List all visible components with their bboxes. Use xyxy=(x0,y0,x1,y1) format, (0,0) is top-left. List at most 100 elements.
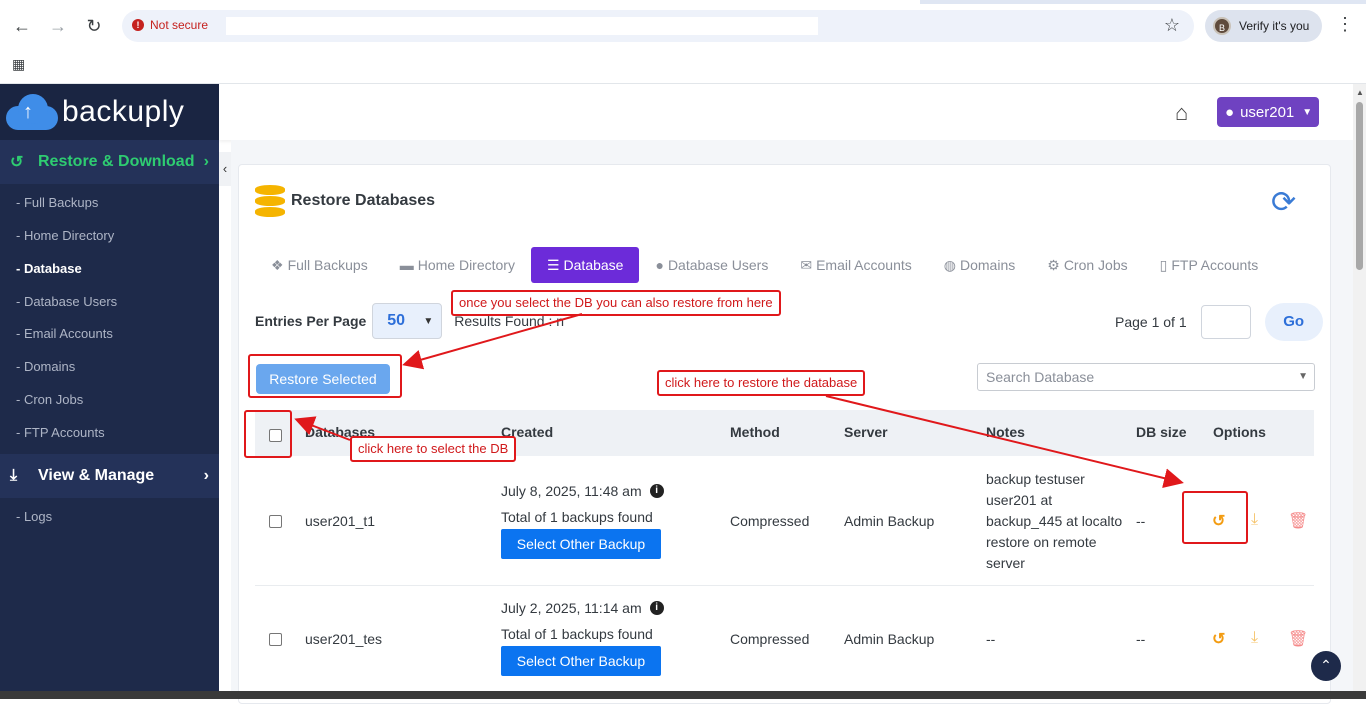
url-field[interactable] xyxy=(226,17,818,35)
tab-database-users[interactable]: ● Database Users xyxy=(639,247,784,283)
page-scrollbar[interactable]: ▲ xyxy=(1353,84,1366,699)
trash-icon[interactable]: 🗑 xyxy=(1288,629,1308,649)
table-row: user201_t1 July 8, 2025, 11:48 am i Tota… xyxy=(255,456,1314,586)
sidebar-item-logs[interactable]: - Logs xyxy=(16,509,52,524)
cloud-upload-icon: ↑ xyxy=(6,94,58,130)
cubes-icon: ❖ xyxy=(271,256,284,273)
tab-email-accounts[interactable]: ✉ Email Accounts xyxy=(784,247,927,283)
scroll-up-icon[interactable]: ▲ xyxy=(1356,88,1364,97)
tab-domains[interactable]: ◍ Domains xyxy=(928,247,1031,283)
reload-icon[interactable]: ↻ xyxy=(82,14,106,38)
tab-database[interactable]: ☰ Database xyxy=(530,247,640,283)
user-icon: ● xyxy=(655,257,664,273)
col-db-size[interactable]: DB size xyxy=(1136,424,1187,440)
file-icon: ▯ xyxy=(1159,256,1168,273)
forward-arrow-icon[interactable]: → xyxy=(46,14,70,38)
tab-label: Email Accounts xyxy=(816,257,912,273)
page-indicator: Page 1 of 1 xyxy=(1115,314,1187,330)
backuply-logo[interactable]: ↑ backuply xyxy=(0,84,219,140)
info-icon[interactable]: i xyxy=(649,601,664,615)
download-icon[interactable]: ⤓ xyxy=(1251,511,1258,529)
not-secure-label: Not secure xyxy=(150,18,209,32)
active-tab[interactable] xyxy=(0,0,920,4)
tab-strip xyxy=(0,0,1366,4)
tab-home-directory[interactable]: ▬ Home Directory xyxy=(384,247,531,283)
back-arrow-icon[interactable]: ← xyxy=(10,14,34,38)
restore-databases-card: Restore Databases ⟳ ❖ Full Backups ▬ Home … xyxy=(238,164,1331,704)
security-indicator[interactable]: ! Not secure xyxy=(132,18,208,32)
restore-icon[interactable]: ↺ xyxy=(1212,629,1225,649)
search-database-select[interactable]: Search Database ▼ xyxy=(977,363,1315,391)
entries-select[interactable]: 50 ▼ xyxy=(372,303,443,339)
tab-label: Domains xyxy=(960,257,1016,273)
highlight-restore-icon xyxy=(1182,491,1248,544)
pagination: Page 1 of 1 Go xyxy=(1115,303,1323,341)
db-size: -- xyxy=(1136,631,1146,647)
sidebar-item-cron-jobs[interactable]: - Cron Jobs xyxy=(16,392,83,407)
database-icon: ☰ xyxy=(546,256,560,273)
row-checkbox[interactable] xyxy=(269,633,282,646)
address-bar[interactable]: ! Not secure ☆ xyxy=(122,10,1194,42)
backup-count: Total of 1 backups found xyxy=(501,509,653,525)
home-icon[interactable]: ⌂ xyxy=(1175,100,1188,126)
refresh-icon[interactable]: ⟳ xyxy=(1271,185,1296,220)
server: Admin Backup xyxy=(844,513,935,529)
folder-icon: ▬ xyxy=(399,257,414,273)
chevron-down-icon: ▼ xyxy=(1298,371,1308,382)
sidebar-item-full-backups[interactable]: - Full Backups xyxy=(16,195,98,210)
highlight-select-all xyxy=(244,410,292,458)
created-date: July 2, 2025, 11:14 am i xyxy=(501,600,664,616)
browser-chrome: ← → ↻ ! Not secure ☆ B Verify it's you ⋮… xyxy=(0,0,1366,84)
scrollbar-thumb[interactable] xyxy=(1356,102,1363,270)
user-menu-button[interactable]: ● user201 ▼ xyxy=(1217,97,1319,127)
tab-label: FTP Accounts xyxy=(1171,257,1259,273)
view-manage-section[interactable]: ⤓ View & Manage › xyxy=(0,454,219,498)
row-checkbox[interactable] xyxy=(269,515,282,528)
apps-grid-icon[interactable]: ▦ xyxy=(12,56,25,73)
tab-cron-jobs[interactable]: ⚙ Cron Jobs xyxy=(1031,247,1143,283)
download-icon[interactable]: ⤓ xyxy=(1251,629,1258,647)
download-icon: ⤓ xyxy=(10,467,18,484)
page-number-input[interactable] xyxy=(1200,305,1251,339)
sidebar-item-database-users[interactable]: - Database Users xyxy=(16,294,117,309)
sidebar-item-ftp-accounts[interactable]: - FTP Accounts xyxy=(16,425,105,440)
globe-icon: ◍ xyxy=(943,256,956,273)
sidebar-item-email-accounts[interactable]: - Email Accounts xyxy=(16,326,113,341)
database-name: user201_t1 xyxy=(305,513,376,529)
chevron-right-icon: › xyxy=(203,467,209,484)
go-button[interactable]: Go xyxy=(1264,303,1323,341)
col-notes[interactable]: Notes xyxy=(986,424,1025,440)
chevron-right-icon: › xyxy=(203,153,209,170)
tab-label: Home Directory xyxy=(417,257,515,273)
browser-menu-icon[interactable]: ⋮ xyxy=(1336,14,1354,35)
database-icon xyxy=(255,185,285,217)
tab-label: Cron Jobs xyxy=(1063,257,1128,273)
top-header: ⌂ ● user201 ▼ xyxy=(219,84,1353,140)
user-name: user201 xyxy=(1240,103,1295,121)
tab-label: Database Users xyxy=(667,257,769,273)
entries-label: Entries Per Page xyxy=(255,313,367,329)
bookmark-star-icon[interactable]: ☆ xyxy=(1164,15,1180,36)
tab-ftp-accounts[interactable]: ▯ FTP Accounts xyxy=(1144,247,1275,283)
sidebar-item-home-directory[interactable]: - Home Directory xyxy=(16,228,114,243)
col-method[interactable]: Method xyxy=(730,424,780,440)
users-cog-icon: ⚙ xyxy=(1047,256,1060,273)
trash-icon[interactable]: 🗑 xyxy=(1288,511,1308,531)
database-name: user201_tes xyxy=(305,631,383,647)
select-other-backup-button[interactable]: Select Other Backup xyxy=(501,646,661,676)
sidebar-item-domains[interactable]: - Domains xyxy=(16,359,75,374)
undo-icon: ↺ xyxy=(10,154,24,171)
sidebar-collapse-toggle[interactable]: ‹ xyxy=(219,152,231,186)
sidebar-item-database[interactable]: - Database xyxy=(16,261,82,276)
select-other-backup-button[interactable]: Select Other Backup xyxy=(501,529,661,559)
tab-full-backups[interactable]: ❖ Full Backups xyxy=(255,247,384,283)
verify-profile-button[interactable]: B Verify it's you xyxy=(1205,10,1322,42)
db-size: -- xyxy=(1136,513,1146,529)
restore-section-label: Restore & Download xyxy=(38,153,195,170)
card-header: Restore Databases xyxy=(255,185,435,217)
info-icon[interactable]: i xyxy=(649,484,664,498)
scroll-to-top-button[interactable]: ⌃ xyxy=(1311,651,1341,681)
col-server[interactable]: Server xyxy=(844,424,888,440)
restore-download-section[interactable]: ↺ Restore & Download › xyxy=(0,140,219,184)
tab-label: Database xyxy=(563,257,624,273)
